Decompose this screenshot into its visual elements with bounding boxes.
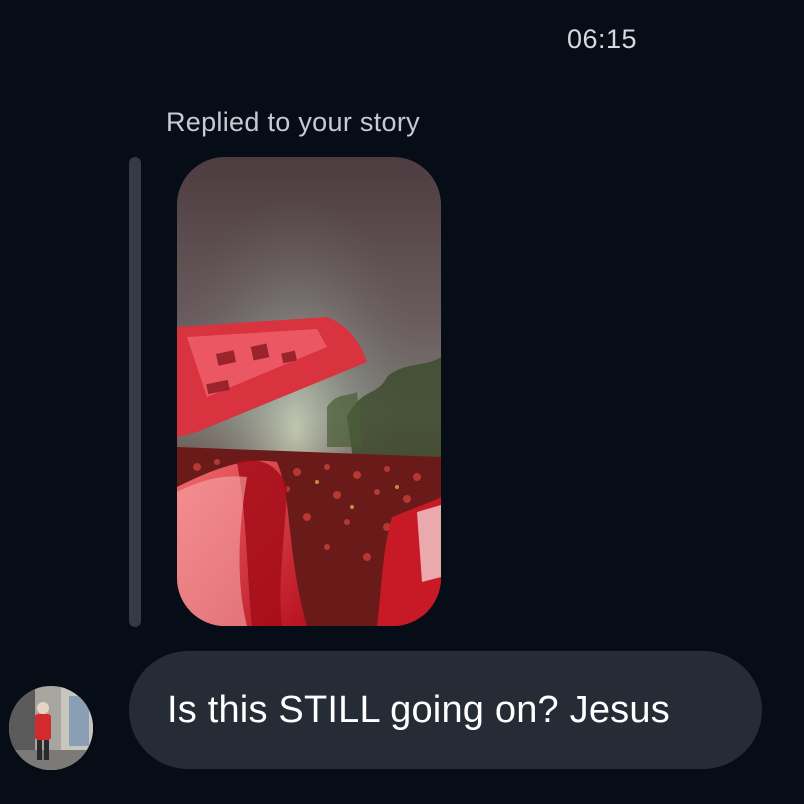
- message-bubble[interactable]: Is this STILL going on? Jesus: [129, 651, 762, 769]
- reply-quote-bar: [129, 157, 141, 627]
- sender-avatar[interactable]: [9, 686, 93, 770]
- avatar-image: [9, 686, 93, 770]
- message-text: Is this STILL going on? Jesus: [167, 688, 670, 731]
- message-timestamp: 06:15: [566, 24, 638, 54]
- story-reply-label: Replied to your story: [166, 107, 420, 137]
- story-thumbnail[interactable]: [177, 157, 441, 626]
- story-image: [177, 157, 441, 626]
